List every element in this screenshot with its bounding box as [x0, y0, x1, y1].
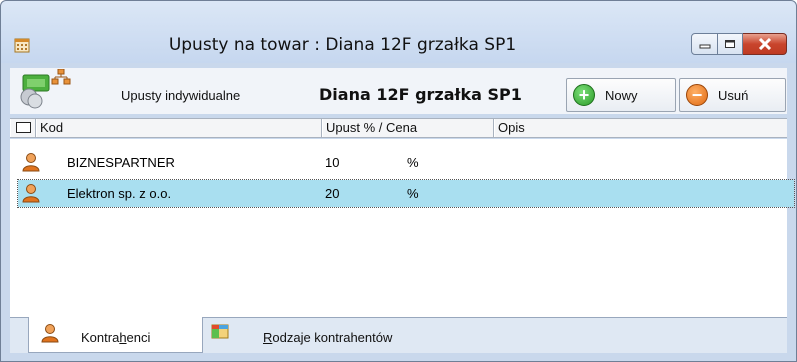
select-all-checkbox[interactable]	[10, 119, 36, 137]
row-unit: %	[407, 186, 419, 201]
contractor-icon	[22, 153, 40, 172]
row-unit: %	[407, 155, 419, 170]
product-name: Diana 12F grzałka SP1	[319, 85, 522, 104]
minus-icon: −	[686, 84, 708, 106]
row-kod: BIZNESPARTNER	[67, 155, 175, 170]
tab-contractors-label[interactable]: Kontrahenci	[81, 330, 150, 345]
contractor-icon	[41, 324, 59, 343]
discount-type-label: Upusty indywidualne	[121, 88, 241, 103]
column-kod[interactable]: Kod	[36, 119, 322, 137]
delete-button-label: Usuń	[718, 87, 749, 103]
minimize-icon	[699, 44, 710, 49]
column-upust[interactable]: Upust % / Cena	[322, 119, 494, 137]
plus-icon: +	[573, 84, 595, 106]
table-row-selected[interactable]: Elektron sp. z o.o. 20 %	[17, 179, 795, 208]
close-button[interactable]	[743, 33, 787, 55]
money-icon	[20, 74, 50, 109]
column-opis[interactable]: Opis	[494, 119, 788, 137]
organization-icon	[51, 69, 71, 85]
new-button-label: Nowy	[605, 87, 638, 103]
caption-buttons	[691, 33, 787, 55]
folder-types-icon[interactable]	[211, 322, 229, 340]
table-row[interactable]: BIZNESPARTNER 10 %	[18, 149, 794, 176]
delete-button[interactable]: − Usuń	[679, 78, 786, 112]
column-header: Kod Upust % / Cena Opis	[10, 118, 787, 138]
row-kod: Elektron sp. z o.o.	[67, 186, 172, 201]
close-icon	[758, 38, 771, 50]
window: Upusty na towar : Diana 12F grzałka SP1 …	[0, 0, 797, 362]
tab-contractor-types-label[interactable]: Rodzaje kontrahentów	[263, 330, 392, 345]
row-value: 10	[325, 155, 340, 170]
maximize-button[interactable]	[718, 33, 743, 55]
row-value: 20	[325, 186, 340, 201]
window-title: Upusty na towar : Diana 12F grzałka SP1	[168, 35, 517, 55]
maximize-icon	[725, 40, 735, 48]
minimize-button[interactable]	[691, 33, 718, 55]
contractor-icon	[22, 184, 40, 203]
new-button[interactable]: + Nowy	[566, 78, 676, 112]
